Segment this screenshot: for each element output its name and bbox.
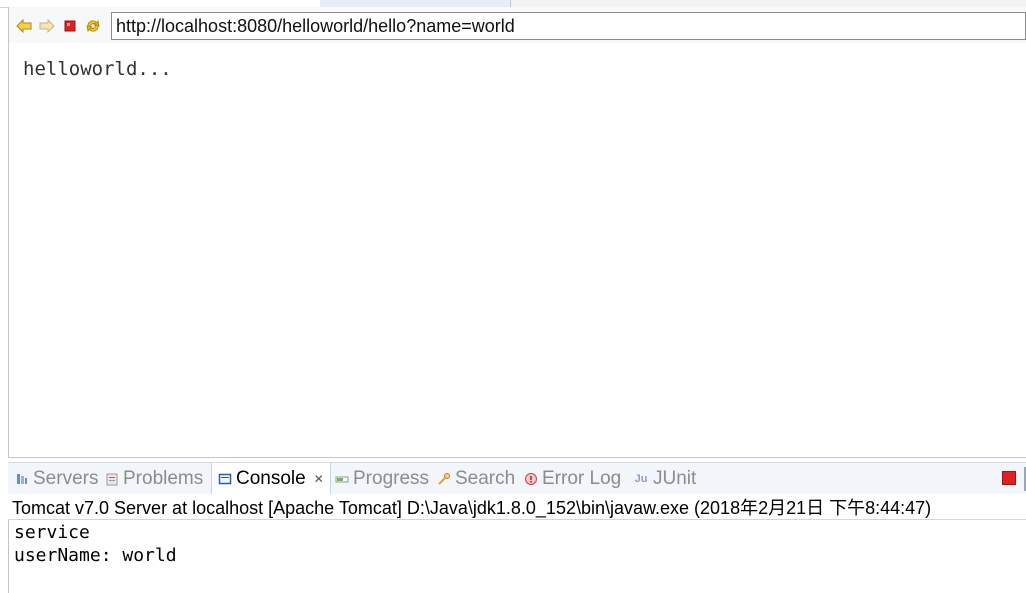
stop-button[interactable] (61, 17, 79, 35)
editor-tab-active[interactable] (320, 0, 511, 7)
stop-icon (64, 20, 76, 32)
refresh-icon (86, 19, 100, 33)
back-button[interactable] (15, 17, 33, 35)
tab-label: Problems (123, 468, 204, 489)
tab-servers[interactable]: Servers (14, 463, 98, 495)
page-text: helloworld... (23, 58, 172, 80)
tab-junit[interactable]: Ju JUnit (632, 463, 697, 495)
tab-label: Error Log (542, 468, 622, 489)
internal-browser: http://localhost:8080/helloworld/hello?n… (8, 7, 1026, 458)
error-log-icon (523, 471, 539, 487)
console-icon (217, 471, 233, 487)
tab-error-log[interactable]: Error Log (523, 463, 621, 495)
close-icon[interactable]: ✕ (314, 472, 324, 486)
tab-label: Servers (33, 468, 99, 489)
console-process-label: Tomcat v7.0 Server at localhost [Apache … (12, 497, 932, 518)
forward-arrow-icon (39, 19, 55, 33)
tab-console[interactable]: Console ✕ (211, 463, 331, 495)
console-line: service (14, 522, 90, 543)
console-header: Tomcat v7.0 Server at localhost [Apache … (8, 494, 1026, 520)
refresh-button[interactable] (84, 17, 102, 35)
tab-label: Search (455, 468, 516, 489)
tab-progress[interactable]: Progress (334, 463, 429, 495)
progress-icon (334, 471, 350, 487)
terminate-icon[interactable] (1002, 471, 1016, 485)
console-output[interactable]: service userName: world (8, 520, 1026, 593)
servers-icon (14, 471, 30, 487)
problems-icon (104, 471, 120, 487)
editor-tab[interactable] (0, 0, 71, 7)
views-tab-bar: Servers Problems Console ✕ Progress Sear… (8, 462, 1026, 495)
back-arrow-icon (16, 19, 32, 33)
console-line: userName: world (14, 545, 177, 566)
tab-label: Console (236, 468, 306, 489)
url-text: http://localhost:8080/helloworld/hello?n… (116, 15, 515, 36)
tab-problems[interactable]: Problems (104, 463, 203, 495)
editor-tab[interactable] (210, 0, 321, 7)
editor-tab[interactable] (70, 0, 211, 7)
junit-icon: Ju (634, 473, 648, 485)
browser-content: helloworld... (9, 44, 1026, 457)
forward-button[interactable] (38, 17, 56, 35)
tab-label: JUnit (653, 468, 697, 489)
search-icon (436, 471, 452, 487)
url-input[interactable]: http://localhost:8080/helloworld/hello?n… (111, 12, 1026, 40)
browser-toolbar: http://localhost:8080/helloworld/hello?n… (9, 7, 1026, 43)
tab-search[interactable]: Search (436, 463, 515, 495)
tab-label: Progress (353, 468, 430, 489)
